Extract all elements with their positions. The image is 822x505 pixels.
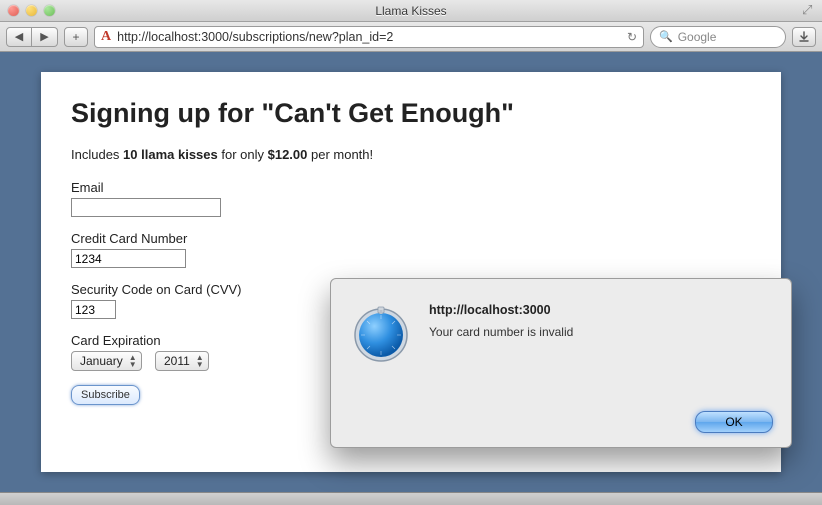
window-titlebar: Llama Kisses ⤢	[0, 0, 822, 22]
email-input[interactable]	[71, 198, 221, 217]
expiration-year-select[interactable]: 2011 ▲▼	[155, 351, 209, 371]
minimize-window-button[interactable]	[26, 5, 37, 16]
subline-price: $12.00	[268, 147, 308, 162]
ccnum-label: Credit Card Number	[71, 231, 751, 246]
favicon-icon: A	[101, 29, 111, 45]
nav-buttons: ◀ ▶	[6, 27, 58, 47]
alert-body: http://localhost:3000 Your card number i…	[429, 299, 773, 433]
expiration-month-value: January	[80, 354, 123, 368]
plan-description: Includes 10 llama kisses for only $12.00…	[71, 147, 751, 162]
subline-mid: for only	[218, 147, 268, 162]
browser-toolbar: ◀ ▶ + A http://localhost:3000/subscripti…	[0, 22, 822, 52]
ccnum-field-group: Credit Card Number	[71, 231, 751, 268]
chevron-updown-icon: ▲▼	[129, 354, 137, 368]
subline-kisses: 10 llama kisses	[123, 147, 218, 162]
back-button[interactable]: ◀	[6, 27, 32, 47]
alert-dialog: http://localhost:3000 Your card number i…	[330, 278, 792, 448]
expiration-month-select[interactable]: January ▲▼	[71, 351, 142, 371]
reload-icon[interactable]: ↻	[627, 30, 637, 44]
downloads-button[interactable]	[792, 27, 816, 47]
close-window-button[interactable]	[8, 5, 19, 16]
safari-icon	[349, 301, 413, 365]
cvv-input[interactable]	[71, 300, 116, 319]
subline-suffix: per month!	[307, 147, 373, 162]
email-field-group: Email	[71, 180, 751, 217]
search-bar[interactable]: 🔍 Google	[650, 26, 786, 48]
window-title: Llama Kisses	[0, 4, 822, 18]
fullscreen-icon[interactable]: ⤢	[802, 3, 816, 17]
alert-ok-button[interactable]: OK	[695, 411, 773, 433]
page-heading: Signing up for "Can't Get Enough"	[71, 98, 751, 129]
expiration-year-value: 2011	[164, 354, 190, 368]
chevron-updown-icon: ▲▼	[196, 354, 204, 368]
zoom-window-button[interactable]	[44, 5, 55, 16]
traffic-lights	[8, 5, 55, 16]
email-label: Email	[71, 180, 751, 195]
subline-prefix: Includes	[71, 147, 123, 162]
url-bar[interactable]: A http://localhost:3000/subscriptions/ne…	[94, 26, 644, 48]
subscribe-button[interactable]: Subscribe	[71, 385, 140, 405]
alert-message: Your card number is invalid	[429, 325, 773, 339]
forward-button[interactable]: ▶	[32, 27, 58, 47]
search-icon: 🔍	[659, 30, 673, 43]
url-text: http://localhost:3000/subscriptions/new?…	[117, 30, 621, 44]
add-bookmark-button[interactable]: +	[64, 27, 88, 47]
window-bottom-border	[0, 492, 822, 505]
search-placeholder: Google	[678, 30, 717, 44]
ccnum-input[interactable]	[71, 249, 186, 268]
alert-title: http://localhost:3000	[429, 303, 773, 317]
